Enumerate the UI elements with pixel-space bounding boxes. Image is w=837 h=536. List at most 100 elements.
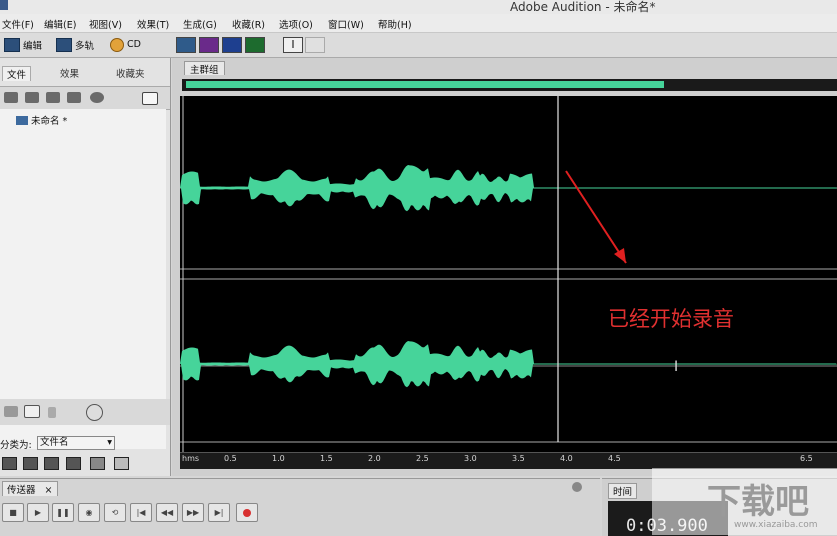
play-preview-icon[interactable] xyxy=(90,92,104,103)
watermark-text: 下载吧 xyxy=(707,482,809,522)
show-cues-icon[interactable] xyxy=(114,457,129,470)
transport-tab-label: 传送器 xyxy=(7,485,36,496)
watermark-url: www.xiazaiba.com xyxy=(734,520,818,530)
ruler-tick: 3.5 xyxy=(512,454,525,463)
phase-view-icon[interactable] xyxy=(245,37,265,53)
stop-button[interactable]: ■ xyxy=(2,503,24,522)
text-cursor-tool-icon[interactable]: I xyxy=(283,37,303,53)
tab-transport[interactable]: 传送器 × xyxy=(2,481,58,496)
ruler-tick: 4.5 xyxy=(608,454,621,463)
window-title: Adobe Audition - 未命名* xyxy=(510,0,656,14)
go-to-start-button[interactable]: |◀ xyxy=(130,503,152,522)
ruler-tick: 2.0 xyxy=(368,454,381,463)
file-list: 未命名 * xyxy=(0,109,166,449)
play-from-cursor-button[interactable]: ◉ xyxy=(78,503,100,522)
transport-panel: 传送器 × ■ ▶ ❚❚ ◉ ⟲ |◀ ◀◀ ▶▶ ▶| xyxy=(0,478,600,536)
show-midi-icon[interactable] xyxy=(90,457,105,470)
menu-options[interactable]: 选项(O) xyxy=(279,17,313,31)
go-to-end-button[interactable]: ▶| xyxy=(208,503,230,522)
text-cursor-icon: I xyxy=(674,359,678,375)
insert-file-icon[interactable] xyxy=(67,92,81,103)
ruler-tick: hms xyxy=(182,454,200,463)
filter-icons xyxy=(0,454,170,472)
rewind-button[interactable]: ◀◀ xyxy=(156,503,178,522)
title-bar: Adobe Audition - 未命名* xyxy=(0,0,837,14)
menu-file[interactable]: 文件(F) xyxy=(2,17,34,31)
menu-bar: 文件(F) 编辑(E) 视图(V) 效果(T) 生成(G) 收藏(R) 选项(O… xyxy=(0,14,837,33)
edit-view-label: 编辑 xyxy=(23,40,43,52)
multitrack-icon xyxy=(56,37,72,52)
ruler-tick: 6.5 xyxy=(800,454,813,463)
waveform-channel-left xyxy=(180,165,837,212)
tab-time[interactable]: 时间 xyxy=(608,483,638,499)
edit-view-button[interactable]: 编辑 xyxy=(4,37,42,52)
import-file-icon[interactable] xyxy=(25,92,39,103)
spectral-view-icon[interactable] xyxy=(199,37,219,53)
close-icon[interactable]: × xyxy=(45,485,53,496)
panel-menu-icon[interactable] xyxy=(572,482,582,492)
files-toolbar xyxy=(0,86,170,110)
record-icon xyxy=(243,508,251,517)
arrow-head-icon xyxy=(614,248,626,263)
multitrack-label: 多轨 xyxy=(75,40,95,52)
show-loop-icon[interactable] xyxy=(44,457,59,470)
menu-generate[interactable]: 生成(G) xyxy=(183,17,217,31)
toolbar: 编辑 多轨 CD I xyxy=(0,33,837,58)
waveform-display[interactable]: 已经开始录音 I xyxy=(180,96,837,464)
sort-label: 分类为: xyxy=(0,440,32,451)
watermark: 下载吧 www.xiazaiba.com xyxy=(652,468,837,535)
files-panel: 文件 效果 收藏夹 未命名 * 分类为: 文件名 ▾ xyxy=(0,58,171,476)
show-video-icon[interactable] xyxy=(66,457,81,470)
list-item[interactable]: 未命名 * xyxy=(16,113,67,127)
waveform-channel-right xyxy=(180,341,837,388)
cd-icon xyxy=(110,37,124,52)
menu-edit[interactable]: 编辑(E) xyxy=(44,17,76,31)
loop-icon[interactable] xyxy=(24,405,40,418)
loop-play-button[interactable]: ⟲ xyxy=(104,503,126,522)
file-name: 未命名 * xyxy=(31,116,68,127)
time-ruler[interactable]: hms 0.5 1.0 1.5 2.0 2.5 3.0 3.5 4.0 4.5 … xyxy=(180,452,837,469)
sort-select[interactable]: 文件名 ▾ xyxy=(37,436,115,450)
show-audio-icon[interactable] xyxy=(23,457,38,470)
open-file-icon[interactable] xyxy=(4,92,18,103)
sort-row: 分类为: 文件名 ▾ xyxy=(0,434,170,452)
sort-value: 文件名 xyxy=(40,437,69,448)
fast-forward-button[interactable]: ▶▶ xyxy=(182,503,204,522)
show-all-icon[interactable] xyxy=(2,457,17,470)
ruler-tick: 2.5 xyxy=(416,454,429,463)
cd-view-button[interactable]: CD xyxy=(110,37,141,52)
record-button[interactable] xyxy=(236,503,258,522)
zoom-tool-icon[interactable] xyxy=(305,37,325,53)
ruler-tick: 1.0 xyxy=(272,454,285,463)
auto-play-icon[interactable] xyxy=(4,406,18,417)
editor-panel: 主群组 已经开始录音 I hms 0.5 1.0 1.5 2.0 2.5 3.0… xyxy=(172,58,837,476)
waveform-view-icon[interactable] xyxy=(176,37,196,53)
tab-favorites[interactable]: 收藏夹 xyxy=(112,66,149,80)
edit-view-icon xyxy=(4,37,20,52)
tab-effects[interactable]: 效果 xyxy=(56,66,83,80)
menu-help[interactable]: 帮助(H) xyxy=(378,17,412,31)
app-icon xyxy=(0,0,8,10)
pan-view-icon[interactable] xyxy=(222,37,242,53)
multitrack-view-button[interactable]: 多轨 xyxy=(56,37,94,52)
chevron-down-icon: ▾ xyxy=(107,437,112,448)
ruler-tick: 4.0 xyxy=(560,454,573,463)
menu-window[interactable]: 窗口(W) xyxy=(328,17,364,31)
overview-bar[interactable] xyxy=(182,79,837,91)
options-icon[interactable] xyxy=(142,92,158,105)
ruler-tick: 0.5 xyxy=(224,454,237,463)
play-icon[interactable] xyxy=(48,407,56,418)
play-button[interactable]: ▶ xyxy=(27,503,49,522)
annotation-arrow xyxy=(565,170,627,264)
ruler-tick: 3.0 xyxy=(464,454,477,463)
volume-knob-icon[interactable] xyxy=(86,404,103,421)
tab-main-group[interactable]: 主群组 xyxy=(184,61,225,76)
menu-favorites[interactable]: 收藏(R) xyxy=(232,17,265,31)
close-file-icon[interactable] xyxy=(46,92,60,103)
tab-files[interactable]: 文件 xyxy=(2,66,32,81)
overview-range[interactable] xyxy=(186,81,664,88)
cd-label: CD xyxy=(127,39,141,50)
menu-view[interactable]: 视图(V) xyxy=(89,17,122,31)
pause-button[interactable]: ❚❚ xyxy=(52,503,74,522)
menu-effects[interactable]: 效果(T) xyxy=(137,17,169,31)
